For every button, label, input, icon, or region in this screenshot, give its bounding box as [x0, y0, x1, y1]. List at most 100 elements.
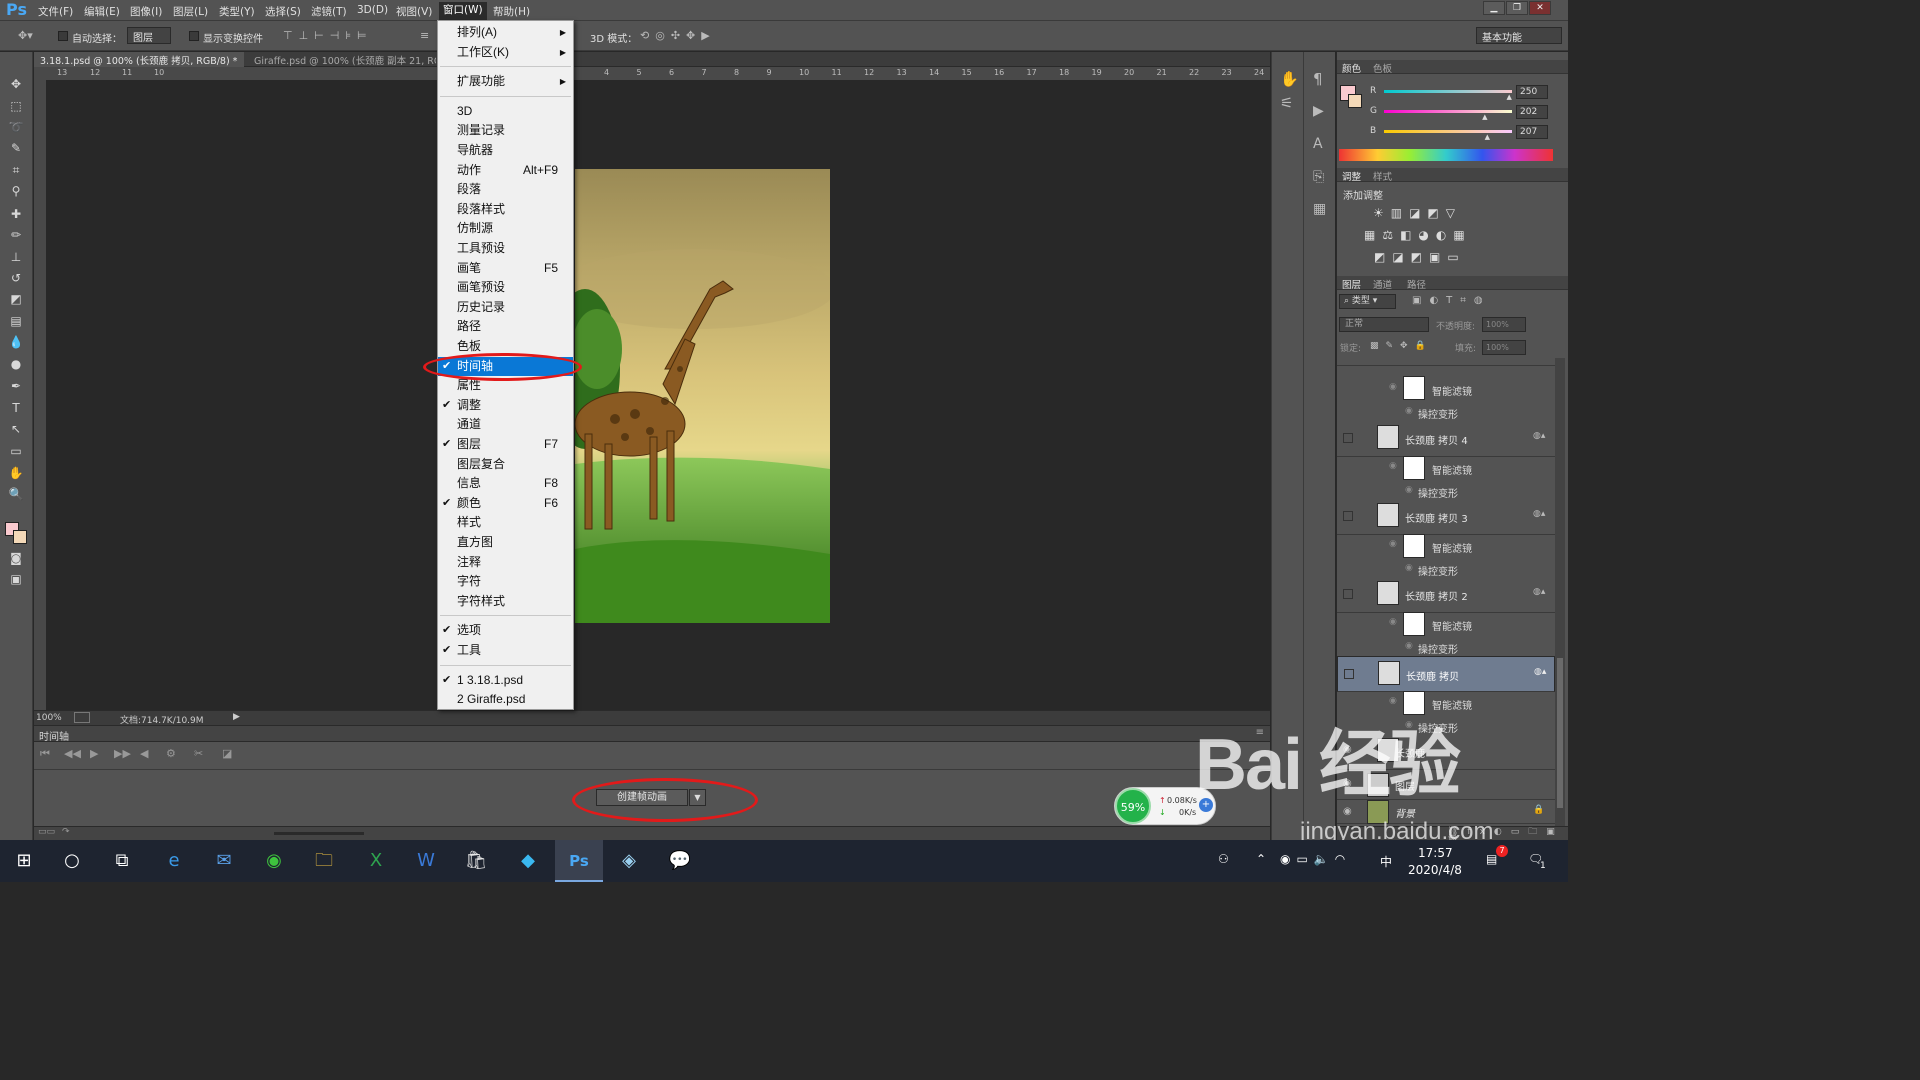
eye-icon[interactable]: ◉	[1405, 563, 1413, 573]
clock-date[interactable]: 2020/4/8	[1408, 863, 1462, 877]
background-color-swatch[interactable]	[1348, 94, 1362, 108]
menu-item-panel-24[interactable]: 字符	[438, 572, 573, 592]
type-tool-icon[interactable]: T	[4, 398, 28, 418]
healing-tool-icon[interactable]: ✚	[4, 204, 28, 224]
move-tool-icon[interactable]: ✥▾	[18, 30, 33, 41]
r-value[interactable]: 250	[1516, 85, 1548, 99]
layer-row[interactable]: 长颈鹿 拷贝 4 ◍▴	[1337, 421, 1555, 457]
blur-tool-icon[interactable]: 💧	[4, 332, 28, 352]
search-icon[interactable]: ○	[48, 840, 96, 882]
tool-presets-icon[interactable]: ▦	[1313, 202, 1326, 216]
menu-item-panel-6[interactable]: 仿制源	[438, 219, 573, 239]
menu-item-panel-23[interactable]: 注释	[438, 553, 573, 573]
excel-icon[interactable]: X	[352, 840, 400, 882]
auto-select-dropdown[interactable]: 图层	[127, 27, 171, 44]
quick-select-tool-icon[interactable]: ✎	[4, 138, 28, 158]
tab-swatches[interactable]: 色板	[1373, 61, 1392, 75]
windows-start-icon[interactable]: ⊞	[0, 840, 48, 882]
menu-edit[interactable]: 编辑(E)	[84, 4, 120, 19]
next-frame-icon[interactable]: ▶▶	[114, 747, 131, 760]
first-frame-icon[interactable]: ⏮	[40, 747, 50, 761]
lock-icons[interactable]: ▩✎✥🔒	[1370, 342, 1433, 351]
doc-tab-giraffe[interactable]: Giraffe.psd @ 100% (长颈鹿 副本 21, RG	[248, 52, 436, 67]
menu-item-panel-1[interactable]: 测量记录	[438, 121, 573, 141]
b-value[interactable]: 207	[1516, 125, 1548, 139]
adjustment-icons-row2[interactable]: ▦⚖◧◕◐▦	[1364, 229, 1472, 241]
edge-browser-icon[interactable]: e	[150, 840, 198, 882]
g-slider[interactable]	[1384, 110, 1512, 113]
eye-icon[interactable]: ◉	[1405, 485, 1413, 495]
visibility-toggle[interactable]	[1343, 511, 1353, 521]
clock-time[interactable]: 17:57	[1418, 846, 1453, 860]
notification-app-icon[interactable]: ▤	[1486, 852, 1497, 866]
menu-layer[interactable]: 图层(L)	[173, 4, 208, 19]
menu-select[interactable]: 选择(S)	[265, 4, 301, 19]
menu-item-panel-10[interactable]: 历史记录	[438, 298, 573, 318]
network-percent-badge[interactable]: 59%	[1115, 788, 1151, 824]
menu-item-panel-2[interactable]: 导航器	[438, 141, 573, 161]
lasso-tool-icon[interactable]: ➰	[4, 117, 28, 137]
layer-row-selected[interactable]: 长颈鹿 拷贝 ◍▴	[1337, 656, 1555, 692]
menu-item-option-1[interactable]: ✔ 工具	[438, 641, 573, 661]
menu-item-panel-3[interactable]: 动作 Alt+F9	[438, 161, 573, 181]
history-brush-tool-icon[interactable]: ↺	[4, 268, 28, 288]
fill-input[interactable]: 100%	[1482, 340, 1526, 355]
menu-item-panel-21[interactable]: 样式	[438, 513, 573, 533]
paragraph-icon[interactable]: ¶	[1313, 72, 1323, 87]
eye-icon[interactable]: ◉	[1389, 617, 1397, 627]
menu-3d[interactable]: 3D(D)	[357, 4, 388, 16]
menu-item-arrange-0[interactable]: 排列(A) ▶	[438, 23, 573, 43]
menu-item-panel-18[interactable]: 图层复合	[438, 455, 573, 475]
adjustment-icons-row3[interactable]: ◩◪◩▣▭	[1374, 251, 1466, 263]
visibility-toggle[interactable]	[1344, 669, 1354, 679]
store-icon[interactable]: 🛍	[452, 840, 500, 882]
tab-channels[interactable]: 通道	[1373, 277, 1392, 291]
menu-item-arrange-1[interactable]: 工作区(K) ▶	[438, 43, 573, 63]
mail-icon[interactable]: ✉	[200, 840, 248, 882]
screen-mode-icon[interactable]: ▣	[4, 569, 28, 589]
eye-icon[interactable]: ◉	[1405, 406, 1413, 416]
tray-icons[interactable]: ◉▭🔈◠	[1280, 852, 1351, 866]
shape-tool-icon[interactable]: ▭	[4, 441, 28, 461]
tab-color[interactable]: 颜色	[1342, 61, 1361, 75]
quick-mask-icon[interactable]: ◙	[4, 548, 28, 568]
smart-filter-row[interactable]: ◉ 智能滤镜	[1337, 456, 1555, 480]
close-icon[interactable]: ✕	[1529, 1, 1551, 15]
layer-row[interactable]: 长颈鹿 拷贝 3 ◍▴	[1337, 499, 1555, 535]
word-icon[interactable]: W	[402, 840, 450, 882]
menu-filter[interactable]: 滤镜(T)	[311, 4, 347, 19]
people-icon[interactable]: ⚇	[1218, 852, 1229, 866]
menu-item-panel-22[interactable]: 直方图	[438, 533, 573, 553]
clone-source-icon[interactable]: ⎘	[1313, 170, 1324, 184]
menu-type[interactable]: 类型(Y)	[219, 4, 255, 19]
zoom-tool-icon[interactable]: 🔍	[4, 484, 28, 504]
transition-icon[interactable]: ◪	[222, 747, 232, 760]
task-view-icon[interactable]: ⧉	[98, 840, 146, 882]
history-icon[interactable]: ✋	[1280, 72, 1299, 87]
layer-row[interactable]: 长颈鹿 拷贝 2 ◍▴	[1337, 577, 1555, 613]
eraser-tool-icon[interactable]: ◩	[4, 289, 28, 309]
tab-styles[interactable]: 样式	[1373, 169, 1392, 183]
b-slider-thumb[interactable]: ▲	[1485, 133, 1490, 141]
background-color-swatch[interactable]	[13, 530, 27, 544]
zoom-slider[interactable]	[274, 832, 364, 835]
wechat-icon[interactable]: 💬	[656, 840, 704, 882]
opacity-input[interactable]: 100%	[1482, 317, 1526, 332]
b-slider[interactable]	[1384, 130, 1512, 133]
dodge-tool-icon[interactable]: ●	[4, 354, 28, 374]
menu-item-panel-9[interactable]: 画笔预设	[438, 278, 573, 298]
marquee-tool-icon[interactable]: ⬚	[4, 96, 28, 116]
workspace-dropdown[interactable]: 基本功能	[1476, 27, 1562, 44]
menu-item-panel-7[interactable]: 工具预设	[438, 239, 573, 259]
menu-item-file-1[interactable]: 2 Giraffe.psd	[438, 690, 573, 710]
pen-tool-icon[interactable]: ✒	[4, 376, 28, 396]
eye-icon[interactable]: ◉	[1389, 382, 1397, 392]
gradient-tool-icon[interactable]: ▤	[4, 311, 28, 331]
menu-item-panel-4[interactable]: 段落	[438, 180, 573, 200]
menu-item-panel-19[interactable]: 信息 F8	[438, 474, 573, 494]
brush-tool-icon[interactable]: ✏	[4, 225, 28, 245]
menu-item-panel-17[interactable]: ✔ 图层 F7	[438, 435, 573, 455]
eye-icon[interactable]: ◉	[1389, 461, 1397, 471]
r-slider[interactable]	[1384, 90, 1512, 93]
timeline-title[interactable]: 时间轴	[39, 728, 69, 743]
